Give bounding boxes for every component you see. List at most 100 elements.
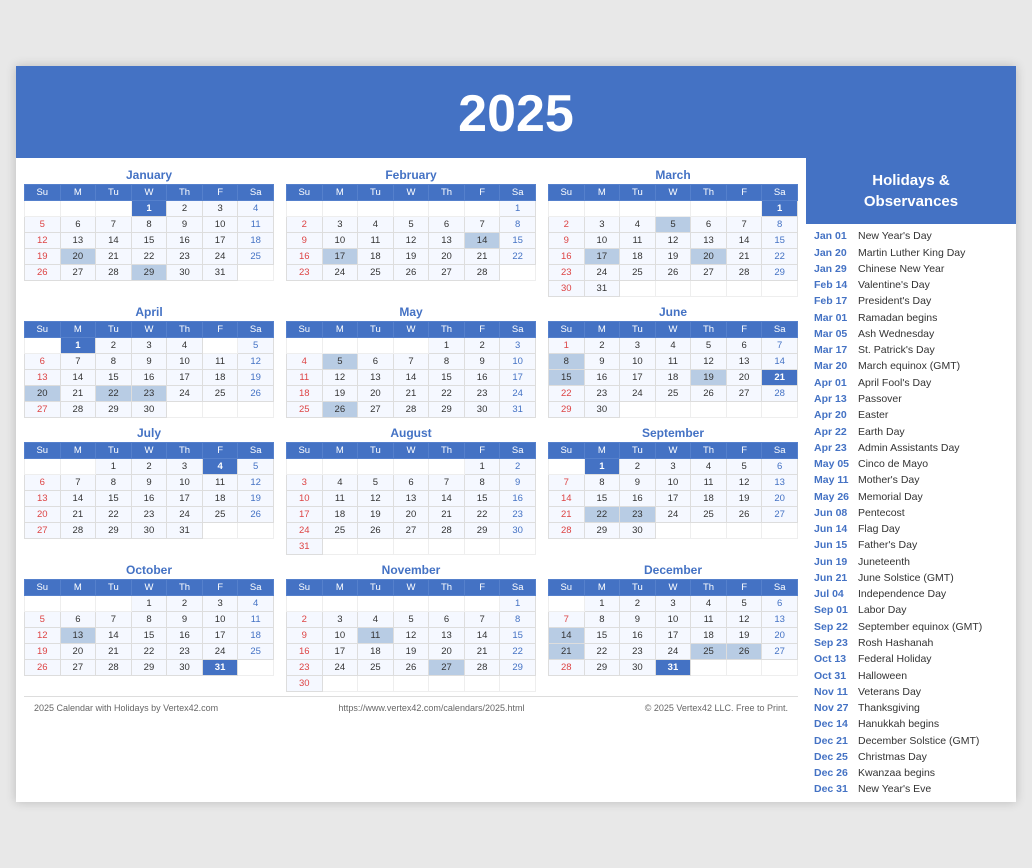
holiday-date: Nov 27 bbox=[814, 700, 858, 716]
page-header: 2025 bbox=[16, 66, 1016, 158]
holiday-name: June Solstice (GMT) bbox=[858, 570, 954, 586]
holiday-name: St. Patrick's Day bbox=[858, 342, 935, 358]
holiday-item: Mar 17St. Patrick's Day bbox=[814, 342, 1008, 358]
year-title: 2025 bbox=[458, 85, 574, 143]
holiday-item: Dec 26Kwanzaa begins bbox=[814, 765, 1008, 781]
month-title-june: June bbox=[548, 305, 798, 319]
month-october: October SuMTuWThFSa 1234 567891011 12131… bbox=[24, 563, 274, 692]
holiday-name: Labor Day bbox=[858, 602, 906, 618]
holiday-date: Apr 23 bbox=[814, 440, 858, 456]
holiday-item: Sep 01Labor Day bbox=[814, 602, 1008, 618]
footer-center: https://www.vertex42.com/calendars/2025.… bbox=[338, 703, 524, 713]
month-march: March SuMTuWThFSa 1 2345678 910111213141… bbox=[548, 168, 798, 297]
holiday-name: Passover bbox=[858, 391, 902, 407]
holiday-name: Ramadan begins bbox=[858, 310, 937, 326]
holiday-date: Dec 25 bbox=[814, 749, 858, 765]
holiday-item: Dec 25Christmas Day bbox=[814, 749, 1008, 765]
holiday-item: Dec 14Hanukkah begins bbox=[814, 716, 1008, 732]
holiday-name: President's Day bbox=[858, 293, 931, 309]
holiday-date: Oct 13 bbox=[814, 651, 858, 667]
month-december: December SuMTuWThFSa 123456 78910111213 … bbox=[548, 563, 798, 692]
month-july: July SuMTuWThFSa 12345 6789101112 131415… bbox=[24, 426, 274, 555]
holiday-item: Apr 13Passover bbox=[814, 391, 1008, 407]
holiday-item: Sep 23Rosh Hashanah bbox=[814, 635, 1008, 651]
holiday-date: Jun 19 bbox=[814, 554, 858, 570]
holiday-name: Kwanzaa begins bbox=[858, 765, 935, 781]
holiday-name: Earth Day bbox=[858, 424, 905, 440]
month-title-january: January bbox=[24, 168, 274, 182]
holiday-date: Jun 21 bbox=[814, 570, 858, 586]
holiday-date: Mar 17 bbox=[814, 342, 858, 358]
holiday-name: Ash Wednesday bbox=[858, 326, 934, 342]
holiday-item: Dec 21December Solstice (GMT) bbox=[814, 733, 1008, 749]
holiday-item: Nov 27Thanksgiving bbox=[814, 700, 1008, 716]
holiday-item: Jun 19Juneteenth bbox=[814, 554, 1008, 570]
holiday-name: Mother's Day bbox=[858, 472, 920, 488]
holiday-item: May 05Cinco de Mayo bbox=[814, 456, 1008, 472]
holiday-name: December Solstice (GMT) bbox=[858, 733, 979, 749]
holiday-item: Nov 11Veterans Day bbox=[814, 684, 1008, 700]
holiday-date: Jun 08 bbox=[814, 505, 858, 521]
holiday-item: Jan 29Chinese New Year bbox=[814, 261, 1008, 277]
month-title-september: September bbox=[548, 426, 798, 440]
holiday-item: Oct 31Halloween bbox=[814, 668, 1008, 684]
holiday-date: Sep 22 bbox=[814, 619, 858, 635]
holiday-date: Dec 14 bbox=[814, 716, 858, 732]
month-title-july: July bbox=[24, 426, 274, 440]
holiday-item: Jun 15Father's Day bbox=[814, 537, 1008, 553]
holiday-date: Apr 13 bbox=[814, 391, 858, 407]
holiday-date: Mar 05 bbox=[814, 326, 858, 342]
holiday-name: Christmas Day bbox=[858, 749, 927, 765]
holiday-name: New Year's Day bbox=[858, 228, 932, 244]
month-title-march: March bbox=[548, 168, 798, 182]
holiday-name: Flag Day bbox=[858, 521, 900, 537]
holiday-name: New Year's Eve bbox=[858, 781, 931, 797]
holiday-name: Chinese New Year bbox=[858, 261, 944, 277]
holiday-name: Rosh Hashanah bbox=[858, 635, 933, 651]
month-title-august: August bbox=[286, 426, 536, 440]
holiday-name: Martin Luther King Day bbox=[858, 245, 965, 261]
holidays-list: Jan 01New Year's DayJan 20Martin Luther … bbox=[806, 224, 1016, 801]
holiday-name: Veterans Day bbox=[858, 684, 921, 700]
holiday-item: Apr 20Easter bbox=[814, 407, 1008, 423]
holiday-item: Jan 01New Year's Day bbox=[814, 228, 1008, 244]
holiday-date: Jul 04 bbox=[814, 586, 858, 602]
holiday-date: Apr 22 bbox=[814, 424, 858, 440]
holiday-date: Jun 15 bbox=[814, 537, 858, 553]
holiday-date: Jun 14 bbox=[814, 521, 858, 537]
month-title-december: December bbox=[548, 563, 798, 577]
holiday-item: Oct 13Federal Holiday bbox=[814, 651, 1008, 667]
holiday-name: Juneteenth bbox=[858, 554, 910, 570]
holiday-item: Feb 14Valentine's Day bbox=[814, 277, 1008, 293]
month-title-october: October bbox=[24, 563, 274, 577]
holiday-name: Valentine's Day bbox=[858, 277, 930, 293]
month-title-february: February bbox=[286, 168, 536, 182]
holidays-header: Holidays &Observances bbox=[806, 158, 1016, 224]
holiday-name: Pentecost bbox=[858, 505, 905, 521]
holiday-item: May 26Memorial Day bbox=[814, 489, 1008, 505]
holiday-date: Dec 21 bbox=[814, 733, 858, 749]
holiday-date: May 11 bbox=[814, 472, 858, 488]
holiday-item: Apr 01April Fool's Day bbox=[814, 375, 1008, 391]
holiday-name: Independence Day bbox=[858, 586, 946, 602]
holiday-name: April Fool's Day bbox=[858, 375, 931, 391]
month-may: May SuMTuWThFSa 123 45678910 11121314151… bbox=[286, 305, 536, 418]
footer-left: 2025 Calendar with Holidays by Vertex42.… bbox=[34, 703, 218, 713]
holiday-date: Apr 20 bbox=[814, 407, 858, 423]
holiday-item: Dec 31New Year's Eve bbox=[814, 781, 1008, 797]
holiday-date: Jan 20 bbox=[814, 245, 858, 261]
holiday-date: Dec 31 bbox=[814, 781, 858, 797]
holiday-item: Feb 17President's Day bbox=[814, 293, 1008, 309]
footer-right: © 2025 Vertex42 LLC. Free to Print. bbox=[645, 703, 788, 713]
months-grid: January SuMTuWThFSa 1234 567891011 12131… bbox=[24, 168, 798, 692]
holiday-item: Jul 04Independence Day bbox=[814, 586, 1008, 602]
holiday-date: Jan 29 bbox=[814, 261, 858, 277]
month-title-may: May bbox=[286, 305, 536, 319]
holiday-item: Jun 21June Solstice (GMT) bbox=[814, 570, 1008, 586]
holidays-section: Holidays &Observances Jan 01New Year's D… bbox=[806, 158, 1016, 801]
holiday-name: Cinco de Mayo bbox=[858, 456, 928, 472]
holiday-item: May 11Mother's Day bbox=[814, 472, 1008, 488]
holiday-name: Easter bbox=[858, 407, 888, 423]
holiday-name: September equinox (GMT) bbox=[858, 619, 982, 635]
holiday-date: Feb 17 bbox=[814, 293, 858, 309]
